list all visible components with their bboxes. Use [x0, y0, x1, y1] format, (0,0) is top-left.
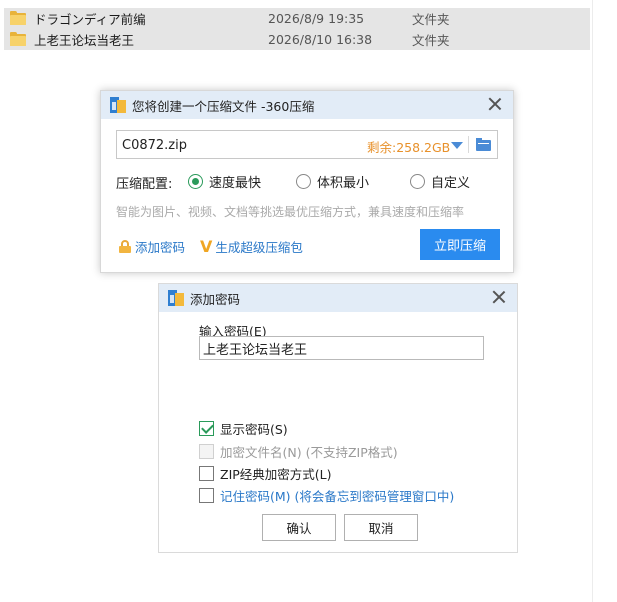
password-dialog-title: 添加密码	[190, 291, 241, 307]
password-dialog: 添加密码 输入密码(E) 显示密码(S) 加密文件名(N) (不支持ZIP格式)…	[158, 283, 518, 553]
radio-label: 自定义	[431, 176, 471, 191]
close-icon[interactable]	[487, 96, 503, 112]
radio-label: 体积最小	[317, 176, 370, 191]
folder-icon	[10, 32, 26, 46]
checkbox-box	[199, 421, 214, 436]
zip-classic-encryption-checkbox[interactable]: ZIP经典加密方式(L)	[199, 464, 332, 483]
compress-config-row: 压缩配置: 速度最快 体积最小 自定义	[116, 172, 501, 192]
compress-dialog: 您将创建一个压缩文件 -360压缩 剩余:258.2GB 压缩配置: 速度最快 …	[100, 90, 514, 273]
compress-now-button[interactable]: 立即压缩	[420, 229, 500, 260]
close-icon[interactable]	[491, 289, 507, 305]
pane-divider	[592, 0, 593, 602]
remember-password-checkbox[interactable]: 记住密码(M) (将会备忘到密码管理窗口中)	[199, 486, 454, 505]
file-date: 2026/8/9 19:35	[268, 11, 365, 26]
radio-custom[interactable]: 自定义	[410, 172, 470, 191]
file-name: 上老王论坛当老王	[34, 33, 135, 48]
browse-folder-icon[interactable]	[476, 138, 491, 151]
checkbox-label: ZIP经典加密方式(L)	[220, 467, 332, 482]
divider	[468, 136, 469, 153]
file-date: 2026/8/10 16:38	[268, 32, 373, 47]
free-space-label: 剩余:258.2GB	[367, 140, 451, 155]
radio-label: 速度最快	[209, 176, 262, 191]
file-name: ドラゴンディア前编	[34, 12, 146, 27]
file-type: 文件夹	[412, 33, 450, 48]
file-row[interactable]: 上老王论坛当老王 2026/8/10 16:38 文件夹	[4, 29, 590, 50]
super-package-label: 生成超级压缩包	[215, 240, 303, 255]
password-input[interactable]	[199, 336, 484, 360]
password-dialog-titlebar[interactable]: 添加密码	[159, 284, 517, 312]
radio-dot	[296, 174, 311, 189]
checkbox-label: 记住密码(M) (将会备忘到密码管理窗口中)	[220, 489, 455, 504]
super-package-link[interactable]: V 生成超级压缩包	[200, 237, 303, 256]
checkbox-label: 显示密码(S)	[220, 422, 288, 437]
show-password-checkbox[interactable]: 显示密码(S)	[199, 419, 288, 438]
radio-smallest[interactable]: 体积最小	[296, 172, 369, 191]
checkbox-box	[199, 488, 214, 503]
add-password-link[interactable]: 添加密码	[119, 237, 185, 256]
file-type: 文件夹	[412, 12, 450, 27]
360-zip-app-icon	[110, 97, 126, 113]
checkbox-box	[199, 466, 214, 481]
checkbox-label: 加密文件名(N) (不支持ZIP格式)	[220, 445, 398, 460]
radio-fastest[interactable]: 速度最快	[188, 172, 261, 191]
compress-config-label: 压缩配置:	[116, 177, 173, 192]
archive-path-field[interactable]: 剩余:258.2GB	[116, 130, 498, 159]
confirm-button[interactable]: 确认	[262, 514, 336, 541]
radio-dot	[188, 174, 203, 189]
compress-dialog-titlebar[interactable]: 您将创建一个压缩文件 -360压缩	[101, 91, 513, 119]
cancel-button[interactable]: 取消	[344, 514, 418, 541]
lock-icon	[119, 240, 131, 253]
file-row[interactable]: ドラゴンディア前编 2026/8/9 19:35 文件夹	[4, 8, 590, 29]
encrypt-filenames-checkbox: 加密文件名(N) (不支持ZIP格式)	[199, 442, 398, 461]
v-badge-icon: V	[200, 236, 213, 256]
chevron-down-icon[interactable]	[451, 142, 463, 149]
compress-dialog-title: 您将创建一个压缩文件 -360压缩	[132, 98, 315, 114]
radio-dot	[410, 174, 425, 189]
compress-hint: 智能为图片、视频、文档等挑选最优压缩方式，兼具速度和压缩率	[116, 205, 465, 219]
archive-name-input[interactable]	[122, 136, 352, 154]
checkbox-box	[199, 444, 214, 459]
add-password-label: 添加密码	[135, 240, 186, 255]
360-zip-app-icon	[168, 290, 184, 306]
folder-icon	[10, 11, 26, 25]
